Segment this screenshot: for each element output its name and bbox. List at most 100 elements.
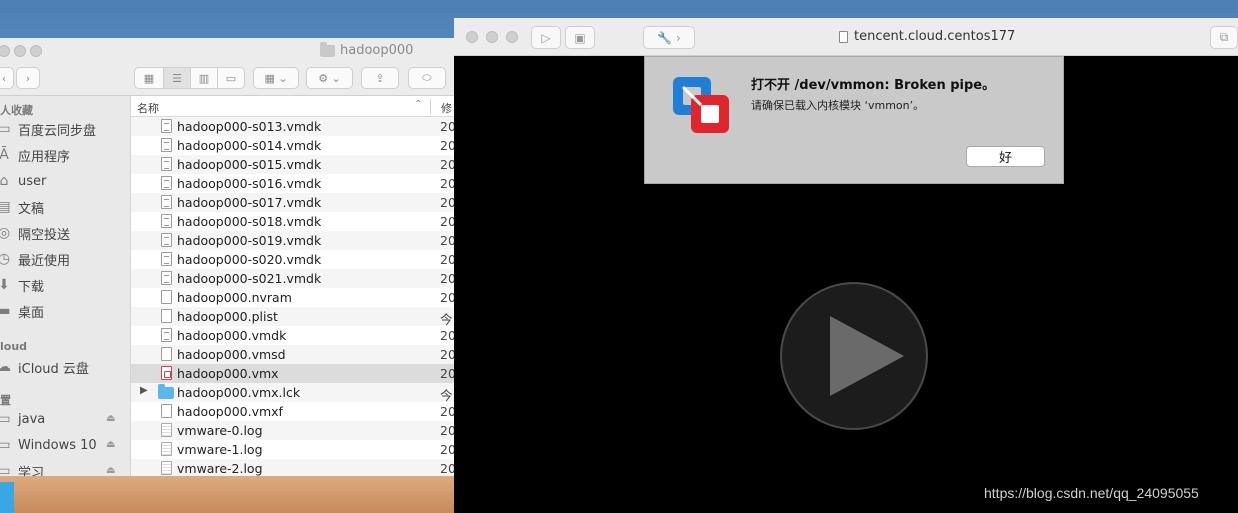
file-row[interactable]: hadoop000.vmxf 20 bbox=[131, 402, 455, 421]
home-icon: ⌂ bbox=[0, 173, 9, 189]
file-row[interactable]: hadoop000-s017.vmdk 20 bbox=[131, 193, 455, 212]
icon-view-button[interactable]: ▦ bbox=[134, 67, 164, 89]
file-name: hadoop000.vmx.lck bbox=[177, 385, 301, 400]
sidebar-item[interactable]: ⬇ 下载 bbox=[0, 274, 44, 296]
list-header: 名称 ⌃ 修 bbox=[131, 96, 455, 117]
eject-icon[interactable]: ⏏ bbox=[106, 465, 115, 476]
sort-ascending-icon: ⌃ bbox=[414, 99, 423, 110]
column-divider[interactable] bbox=[430, 99, 431, 114]
close-button[interactable] bbox=[0, 45, 10, 57]
column-header-name[interactable]: 名称 bbox=[137, 100, 159, 116]
file-row[interactable]: vmware-2.log 20 bbox=[131, 459, 455, 476]
file-row[interactable]: hadoop000-s020.vmdk 20 bbox=[131, 250, 455, 269]
column-header-date[interactable]: 修 bbox=[441, 100, 452, 116]
sidebar-item[interactable]: ◎ 隔空投送 bbox=[0, 222, 70, 244]
file-row[interactable]: hadoop000-s018.vmdk 20 bbox=[131, 212, 455, 231]
sidebar-item[interactable]: ▭ 百度云同步盘 bbox=[0, 118, 96, 140]
sidebar-item[interactable]: ◷ 最近使用 bbox=[0, 248, 70, 270]
forward-button[interactable]: › bbox=[16, 67, 40, 89]
sidebar-item[interactable]: Ā 应用程序 bbox=[0, 144, 70, 166]
back-button[interactable]: ‹ bbox=[0, 67, 14, 89]
gallery-view-button[interactable]: ▭ bbox=[217, 67, 245, 89]
folder-icon bbox=[320, 41, 335, 57]
tags-button[interactable]: ⬭ bbox=[408, 67, 446, 89]
file-row[interactable]: hadoop000.vmsd 20 bbox=[131, 345, 455, 364]
columns-icon: ▥ bbox=[198, 71, 210, 85]
file-row[interactable]: vmware-1.log 20 bbox=[131, 440, 455, 459]
sidebar-item-label: 百度云同步盘 bbox=[18, 123, 97, 139]
document-icon bbox=[161, 309, 172, 323]
list-view-button[interactable]: ☰ bbox=[163, 67, 191, 89]
sidebar-item[interactable]: ▭ java bbox=[0, 408, 45, 430]
file-name: vmware-0.log bbox=[177, 423, 263, 438]
file-name: hadoop000-s013.vmdk bbox=[177, 119, 322, 134]
zoom-button[interactable] bbox=[506, 31, 518, 43]
file-row[interactable]: hadoop000-s019.vmdk 20 bbox=[131, 231, 455, 250]
disk-icon: ▭ bbox=[0, 437, 12, 453]
vmware-window: ▷ ▣ 🔧 › tencent.cloud.centos177 ⧉ 打不开 /d… bbox=[454, 18, 1238, 513]
chevron-right-icon: › bbox=[25, 71, 31, 85]
folder-icon bbox=[158, 384, 174, 399]
sidebar-item[interactable]: ☁ iCloud 云盘 bbox=[0, 356, 89, 378]
file-row[interactable]: hadoop000.nvram 20 bbox=[131, 288, 455, 307]
zoom-button[interactable] bbox=[30, 45, 42, 57]
sidebar-item-label: 最近使用 bbox=[18, 253, 71, 269]
sidebar-item[interactable]: ▭ Windows 10 bbox=[0, 434, 97, 456]
file-row[interactable]: hadoop000.vmdk 20 bbox=[131, 326, 455, 345]
file-name: hadoop000-s014.vmdk bbox=[177, 138, 322, 153]
power-on-button[interactable]: ▷ bbox=[531, 26, 561, 49]
finder-toolbar: ‹ › ▦ ☰ ▥ ▭ ▦ ⌄ ⚙ ⌄ ⇪ ⬭ bbox=[0, 64, 455, 96]
share-button[interactable]: ⇪ bbox=[361, 67, 399, 89]
sidebar-item-label: iCloud 云盘 bbox=[18, 361, 89, 377]
eject-icon[interactable]: ⏏ bbox=[106, 413, 115, 424]
sidebar-item-label: 桌面 bbox=[18, 305, 45, 321]
file-row[interactable]: hadoop000-s013.vmdk 20 bbox=[131, 117, 455, 136]
file-row[interactable]: hadoop000.plist 今 bbox=[131, 307, 455, 327]
file-name: hadoop000-s017.vmdk bbox=[177, 195, 322, 210]
file-name: hadoop000-s015.vmdk bbox=[177, 157, 322, 172]
document-icon bbox=[161, 404, 172, 418]
file-row[interactable]: hadoop000.vmx 20 bbox=[131, 364, 455, 383]
ok-button[interactable]: 好 bbox=[966, 146, 1045, 167]
sidebar-item-label: 下载 bbox=[18, 279, 45, 295]
minimize-button[interactable] bbox=[486, 31, 498, 43]
file-row[interactable]: hadoop000-s014.vmdk 20 bbox=[131, 136, 455, 155]
document-icon bbox=[161, 347, 172, 361]
disclosure-triangle-icon[interactable]: ▶ bbox=[140, 385, 148, 396]
play-vm-button[interactable] bbox=[780, 282, 928, 430]
file-row[interactable]: ▶ hadoop000.vmx.lck 今 bbox=[131, 383, 455, 403]
close-button[interactable] bbox=[466, 31, 478, 43]
document-icon bbox=[161, 233, 172, 247]
file-row[interactable]: hadoop000-s016.vmdk 20 bbox=[131, 174, 455, 193]
sidebar-item[interactable]: ⌂ user bbox=[0, 170, 46, 192]
dialog-message: 请确保已载入内核模块 ‘vmmon’。 bbox=[751, 99, 925, 112]
document-icon bbox=[161, 328, 172, 342]
minimize-button[interactable] bbox=[14, 45, 26, 57]
sidebar-item-label: 隔空投送 bbox=[18, 227, 71, 243]
eject-icon[interactable]: ⏏ bbox=[106, 439, 115, 450]
snapshot-button[interactable]: ▣ bbox=[565, 26, 595, 49]
share-icon: ⇪ bbox=[375, 71, 385, 85]
file-row[interactable]: vmware-0.log 20 bbox=[131, 421, 455, 440]
finder-sidebar: 人收藏 ▭ 百度云同步盘 Ā 应用程序 ⌂ user ▤ 文稿 ◎ 隔空投送 ◷ 最近使用 ⬇ 下载 ▬ 桌面… bbox=[0, 96, 131, 476]
finder-titlebar: hadoop000 bbox=[0, 38, 455, 64]
sidebar-item[interactable]: ▭ 学习 bbox=[0, 460, 44, 476]
grid-icon: ▦ bbox=[143, 71, 155, 85]
group-button[interactable]: ▦ ⌄ bbox=[253, 67, 299, 89]
folder-icon: ▭ bbox=[0, 121, 12, 137]
fullscreen-button[interactable]: ⧉ bbox=[1210, 26, 1238, 49]
file-rows: hadoop000-s013.vmdk 20 hadoop000-s014.vmdk… bbox=[131, 117, 455, 476]
cloud-icon: ☁ bbox=[0, 359, 12, 375]
gallery-icon: ▭ bbox=[225, 71, 237, 85]
column-view-button[interactable]: ▥ bbox=[190, 67, 218, 89]
file-row[interactable]: hadoop000-s015.vmdk 20 bbox=[131, 155, 455, 174]
sidebar-item[interactable]: ▤ 文稿 bbox=[0, 196, 44, 218]
file-row[interactable]: hadoop000-s021.vmdk 20 bbox=[131, 269, 455, 288]
documents-icon: ▤ bbox=[0, 199, 12, 215]
settings-button[interactable]: 🔧 › bbox=[643, 26, 695, 49]
vmx-file-icon bbox=[161, 366, 172, 380]
action-button[interactable]: ⚙ ⌄ bbox=[306, 67, 353, 89]
sidebar-item[interactable]: ▬ 桌面 bbox=[0, 300, 44, 322]
snapshot-icon: ▣ bbox=[574, 30, 586, 45]
document-icon bbox=[161, 195, 172, 209]
